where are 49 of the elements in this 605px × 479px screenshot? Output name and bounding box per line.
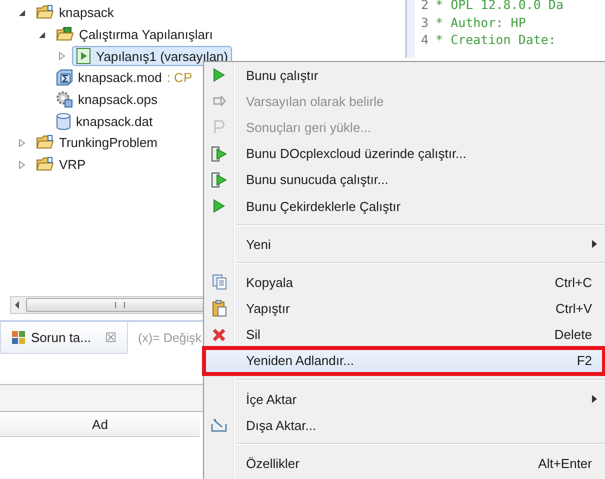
- play-icon: [213, 199, 225, 214]
- code-comment: * Creation Date:: [436, 31, 556, 48]
- folder-icon: [36, 135, 54, 150]
- play-icon: [213, 68, 225, 82]
- expander-icon[interactable]: [38, 30, 46, 39]
- copy-icon: [212, 274, 226, 290]
- problems-icon: [11, 330, 27, 346]
- flag-icon: [213, 120, 225, 134]
- menu-item[interactable]: Sil Delete: [204, 322, 605, 348]
- model-type-label: : CP: [166, 70, 192, 86]
- folder-icon: [56, 27, 74, 42]
- line-number: 3: [421, 14, 429, 31]
- tree-item[interactable]: knapsack.dat: [52, 110, 157, 132]
- scroll-left-icon[interactable]: [14, 301, 20, 309]
- tree-item[interactable]: Çalıştırma Yapılanışları: [52, 25, 217, 44]
- server-play-icon: [211, 146, 227, 162]
- gear-icon: [56, 91, 73, 108]
- menu-item[interactable]: Bunu sunucuda çalıştır...: [204, 166, 605, 193]
- panel-tab[interactable]: Sorun ta... ☒: [0, 322, 128, 354]
- line-number: 2: [421, 0, 429, 14]
- database-icon: [56, 112, 71, 130]
- menu-item[interactable]: Bunu Çekirdeklerle Çalıştır: [204, 192, 605, 220]
- sigma-cube-icon: [56, 69, 73, 86]
- expander-icon[interactable]: [18, 8, 26, 17]
- menu-item[interactable]: Bunu DOcplexcloud üzerinde çalıştır...: [204, 140, 605, 167]
- menu-item[interactable]: Yapıştır Ctrl+V: [204, 296, 605, 322]
- menu-item[interactable]: Yeniden Adlandır... F2: [204, 348, 605, 374]
- tree-item[interactable]: knapsack: [32, 3, 118, 22]
- line-number: 4: [421, 31, 429, 48]
- menu-item[interactable]: Özellikler Alt+Enter: [204, 450, 605, 477]
- document-icon: [76, 48, 91, 64]
- menu-item[interactable]: İçe Aktar: [204, 386, 605, 412]
- tree-item[interactable]: TrunkingProblem: [32, 133, 162, 152]
- editor-margin: [405, 0, 415, 58]
- export-icon: [211, 418, 227, 432]
- tree-item[interactable]: Yapılanış1 (varsayılan): [72, 46, 232, 66]
- tree-item[interactable]: VRP: [32, 155, 90, 174]
- tree-item[interactable]: knapsack.ops: [52, 89, 162, 110]
- folder-icon: [36, 5, 54, 20]
- clipboard-icon: [212, 300, 226, 318]
- menu-item[interactable]: Kopyala Ctrl+C: [204, 269, 605, 296]
- menu-item[interactable]: Dışa Aktar...: [204, 412, 605, 438]
- tree-item[interactable]: knapsack.mod : CP: [52, 67, 196, 88]
- code-comment: * Author: HP: [436, 14, 526, 31]
- delete-icon: [212, 328, 226, 342]
- code-comment: * OPL 12.8.0.0 Da: [436, 0, 564, 14]
- menu-item[interactable]: Yeni: [204, 231, 605, 258]
- server-play-icon: [211, 172, 227, 188]
- folder-icon: [36, 157, 54, 172]
